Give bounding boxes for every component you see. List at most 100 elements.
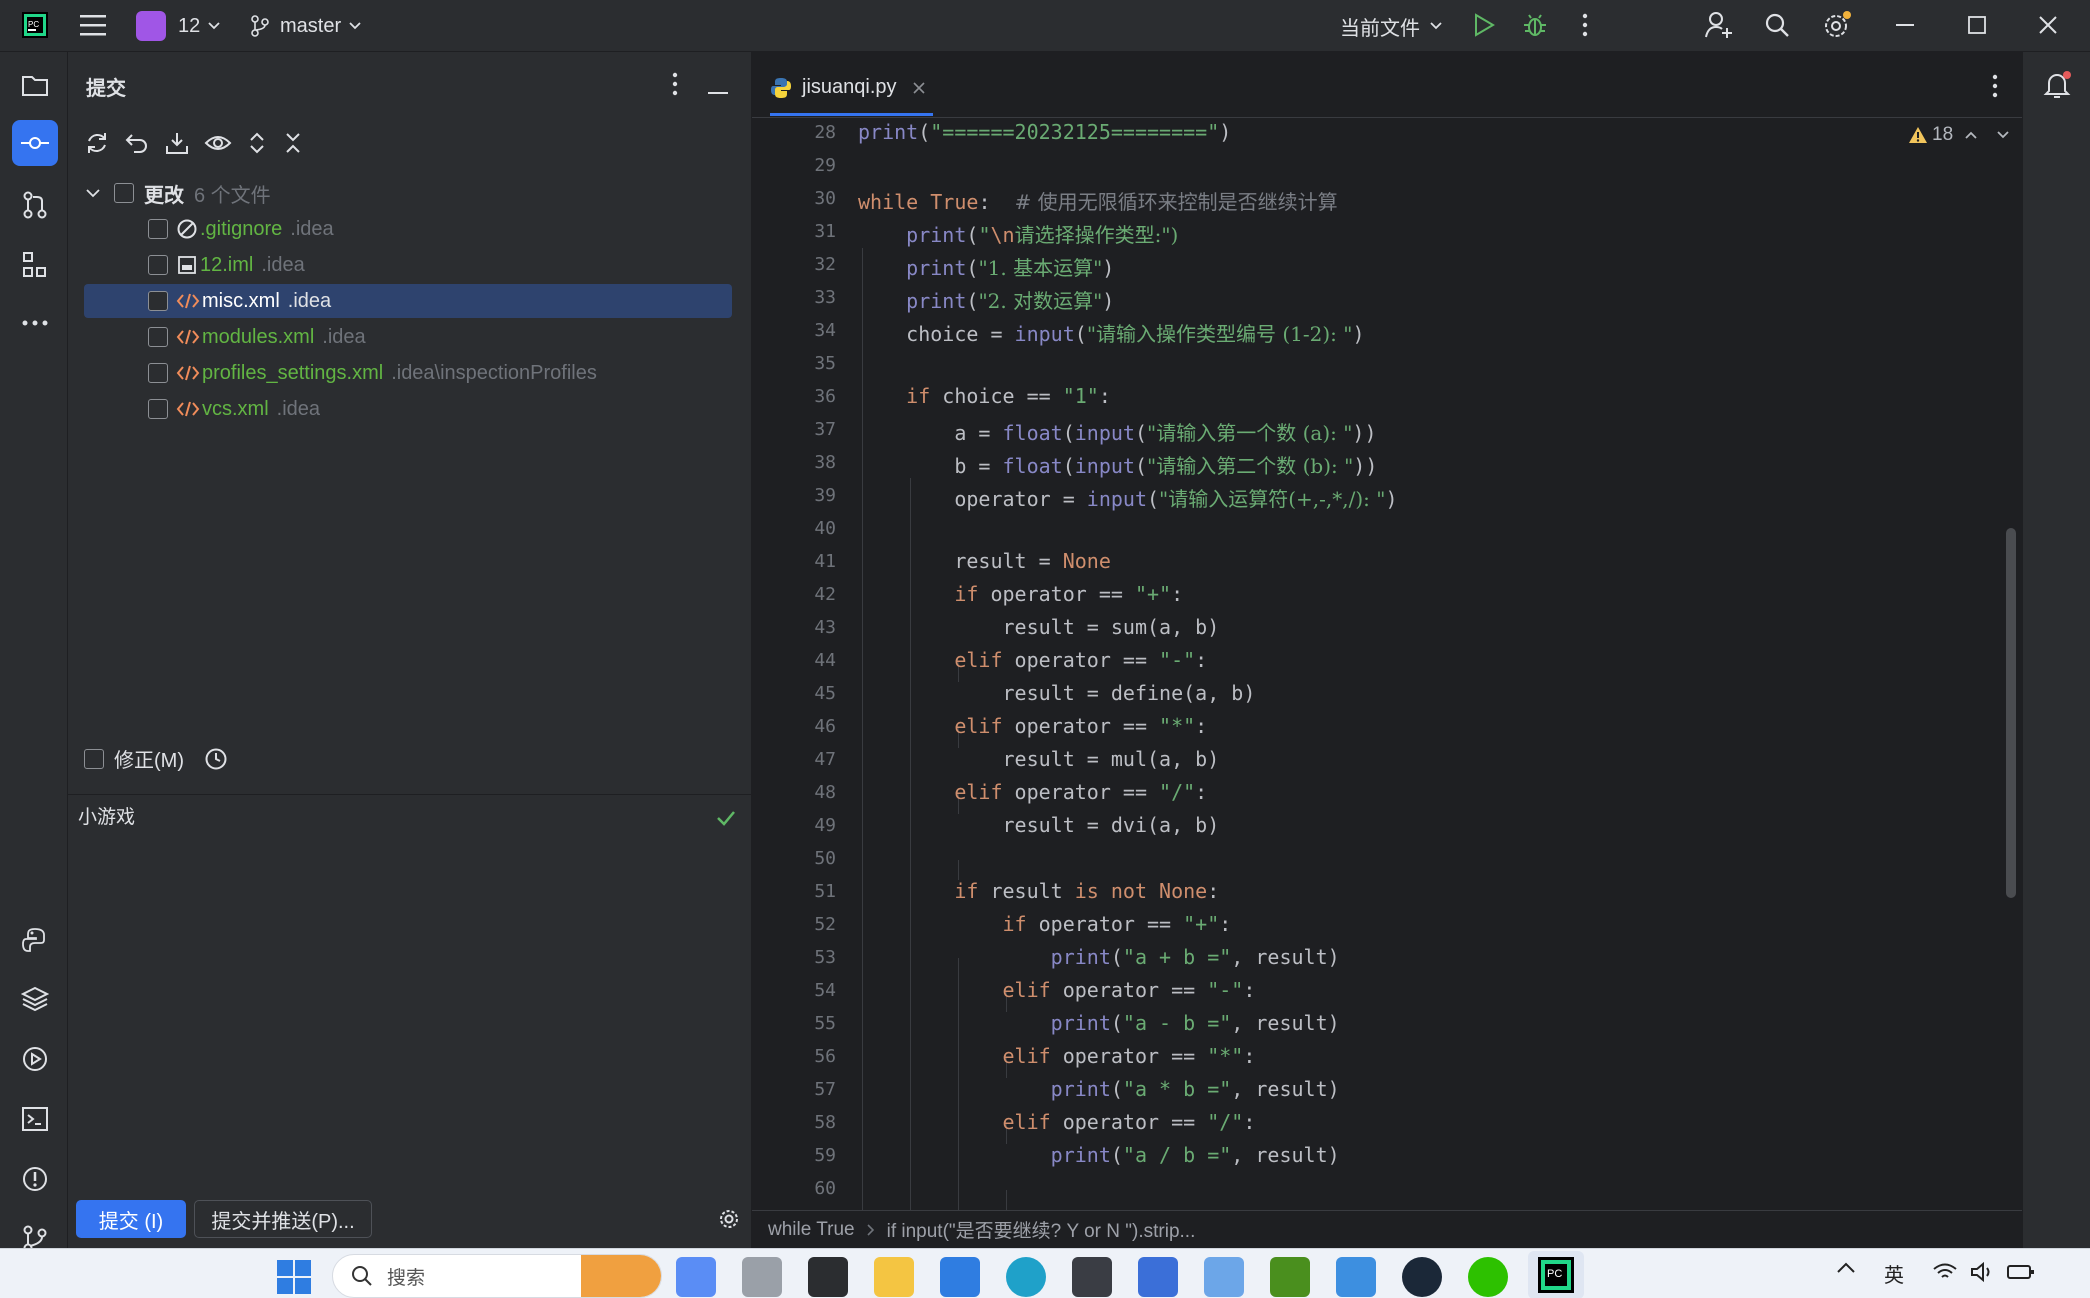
code-line[interactable]: if result is not None: [858,879,1219,903]
commit-history-clock-icon[interactable] [204,747,228,771]
notifications-bell-icon[interactable] [2043,70,2073,105]
code-line[interactable]: if operator == "+": [858,912,1232,936]
editor-tab[interactable]: jisuanqi.py [770,66,933,116]
hide-panel-icon[interactable] [708,83,728,101]
add-user-icon[interactable] [1704,11,1734,39]
panel-options-icon[interactable] [672,72,678,101]
code-line[interactable]: print("a * b =", result) [858,1077,1340,1101]
close-tab-icon[interactable] [912,81,925,94]
code-line[interactable]: a = float(input("请输入第一个数 (a): ")) [858,417,1376,446]
code-line[interactable]: b = float(input("请输入第二个数 (b): ")) [858,450,1377,479]
editor-options-icon[interactable] [1992,74,1998,103]
file-checkbox[interactable] [148,399,168,419]
settings-app-icon[interactable] [1336,1257,1376,1297]
changed-file-row[interactable]: misc.xml .idea [84,284,732,318]
code-line[interactable]: elif operator == "*": [858,1044,1256,1068]
close-icon[interactable] [2038,15,2058,35]
task-view-icon[interactable] [742,1257,782,1297]
changed-file-row[interactable]: .gitignore .idea [84,212,732,246]
code-line[interactable]: if choice == "1": [858,384,1111,408]
ime-indicator[interactable]: 英 [1884,1259,1904,1288]
code-line[interactable]: result = sum(a, b) [858,615,1219,639]
code-line[interactable]: elif operator == "*": [858,714,1207,738]
commit-options-gear-icon[interactable] [718,1208,740,1230]
layers-tool-button[interactable] [12,976,58,1022]
services-tool-button[interactable] [12,1036,58,1082]
code-line[interactable]: result = None [858,549,1111,573]
changed-file-row[interactable]: profiles_settings.xml .idea\inspectionPr… [84,356,732,390]
debug-icon[interactable] [1522,12,1548,38]
breadcrumb-item[interactable]: if input("是否要继续? Y or N ").strip... [887,1216,1196,1243]
structure-tool-button[interactable] [12,242,58,288]
terminal-app-icon[interactable] [808,1257,848,1297]
inspection-widget[interactable]: 18 [1908,124,2009,146]
taskbar-search-box[interactable]: 搜索 [332,1254,662,1298]
maximize-icon[interactable] [1968,16,1986,34]
breadcrumb-item[interactable]: while True [768,1219,855,1241]
problems-tool-button[interactable] [12,1156,58,1202]
changed-file-row[interactable]: 12.iml .idea [84,248,732,282]
run-icon[interactable] [1472,12,1496,38]
more-tools-button[interactable] [12,300,58,346]
code-line[interactable]: while True: # 使用无限循环来控制是否继续计算 [858,186,1338,215]
settings-gear-icon[interactable] [1822,10,1852,40]
file-checkbox[interactable] [148,327,168,347]
next-highlight-icon[interactable] [1997,131,2009,139]
file-checkbox[interactable] [148,255,168,275]
windows-start-icon[interactable] [276,1259,312,1298]
changed-file-row[interactable]: vcs.xml .idea [84,392,732,426]
edge-browser-icon[interactable] [1006,1257,1046,1297]
microsoft-store-icon[interactable] [940,1257,980,1297]
code-line[interactable]: elif operator == "/": [858,1110,1256,1134]
pycharm-taskbar-button[interactable]: PC [1528,1251,1584,1298]
file-explorer-icon[interactable] [874,1257,914,1297]
collapse-all-icon[interactable] [282,130,304,161]
code-line[interactable]: print("1. 基本运算") [858,252,1114,281]
code-line[interactable]: operator = input("请输入运算符(+,-,*,/): ") [858,483,1397,512]
branch-selector[interactable]: master [250,10,361,42]
terminal-tool-button[interactable] [12,1096,58,1142]
code-line[interactable]: if operator == "+": [858,582,1183,606]
wechat-app-icon[interactable] [1468,1257,1508,1297]
battery-icon[interactable] [2006,1261,2036,1288]
file-checkbox[interactable] [148,219,168,239]
amend-checkbox[interactable] [84,748,104,769]
commit-tool-button[interactable] [12,120,58,166]
pull-requests-tool-button[interactable] [12,182,58,228]
main-menu-icon[interactable] [80,14,106,36]
code-line[interactable]: print("a + b =", result) [858,945,1340,969]
code-line[interactable]: print("\n请选择操作类型:") [858,219,1178,248]
code-line[interactable]: result = dvi(a, b) [858,813,1219,837]
code-line[interactable]: choice = input("请输入操作类型编号 (1-2): ") [858,318,1364,347]
changes-group-checkbox[interactable] [114,183,134,203]
copilot-app-icon[interactable] [676,1257,716,1297]
commit-button[interactable]: 提交 (I) [76,1200,186,1238]
minimize-icon[interactable] [1896,24,1914,28]
code-line[interactable]: elif operator == "-": [858,648,1207,672]
code-line[interactable]: print("======20232125========") [858,120,1231,144]
code-line[interactable]: elif operator == "-": [858,978,1256,1002]
code-line[interactable]: print("a - b =", result) [858,1011,1340,1035]
commit-and-push-button[interactable]: 提交并推送(P)... [194,1200,372,1238]
changed-file-row[interactable]: modules.xml .idea [84,320,732,354]
show-hidden-icons-chevron-icon[interactable] [1836,1261,1856,1280]
volume-icon[interactable] [1970,1261,1996,1288]
unity-app-icon[interactable] [1072,1257,1112,1297]
code-line[interactable]: result = mul(a, b) [858,747,1219,771]
previous-highlight-icon[interactable] [1965,131,1977,139]
commit-message-area[interactable]: 小游戏 [76,796,744,1196]
code-line[interactable]: print("a / b =", result) [858,1143,1340,1167]
rollback-icon[interactable] [124,130,150,161]
code-line[interactable]: elif operator == "/": [858,780,1207,804]
code-line[interactable]: print("2. 对数运算") [858,285,1114,314]
python-packages-tool-button[interactable] [12,918,58,964]
expand-all-icon[interactable] [246,130,268,161]
wifi-icon[interactable] [1932,1261,1958,1288]
code-line[interactable]: result = define(a, b) [858,681,1255,705]
shelve-icon[interactable] [164,130,190,161]
project-selector[interactable]: 12 [136,10,220,42]
show-diff-eye-icon[interactable] [204,130,232,161]
refresh-icon[interactable] [84,130,110,161]
nvidia-app-icon[interactable] [1270,1257,1310,1297]
changes-group-row[interactable]: 更改 6 个文件 [84,176,732,210]
